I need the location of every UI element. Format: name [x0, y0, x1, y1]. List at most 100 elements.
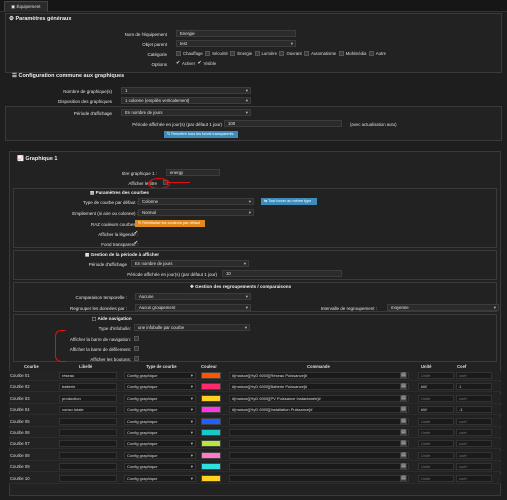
coef-input[interactable]: 1	[456, 383, 492, 391]
transparent-bg-checkbox[interactable]: ✔	[134, 241, 140, 247]
curve-type-select[interactable]: Config graphique	[124, 394, 196, 402]
coef-input[interactable]: coef	[456, 394, 492, 402]
select-command-icon[interactable]: ▤	[400, 383, 407, 391]
force-type-button[interactable]: ⇆ Tout forcer au même type	[261, 198, 317, 205]
select-command-icon[interactable]: ▤	[400, 474, 407, 482]
compare-select[interactable]: Aucune	[135, 293, 251, 300]
unit-input[interactable]: Unité	[418, 429, 454, 436]
coef-input[interactable]: coef	[456, 429, 492, 436]
graph-title-input[interactable]: energy	[166, 169, 220, 176]
color-swatch[interactable]	[201, 429, 221, 436]
unit-input[interactable]: Unité	[418, 451, 454, 459]
select-command-icon[interactable]: ▤	[400, 451, 407, 459]
legend-checkbox[interactable]: ✔	[134, 231, 140, 237]
select-command-icon[interactable]: ▤	[400, 406, 407, 414]
category-chauffage[interactable]: Chauffage	[176, 51, 203, 57]
reset-backgrounds-button[interactable]: ↻ Remettre tous les fonds transparents	[164, 131, 238, 138]
curve-label-input[interactable]	[59, 440, 117, 448]
coef-input[interactable]: -1	[456, 406, 492, 414]
common-period-select[interactable]: En nombre de jours	[121, 109, 251, 116]
unit-input[interactable]: Unité	[418, 474, 454, 482]
option-active[interactable]: ✔ Activer	[176, 61, 195, 66]
graph-days-input[interactable]: 10	[222, 270, 342, 277]
nb-graph-select[interactable]: 1	[121, 87, 251, 94]
unit-input[interactable]: kW	[418, 406, 454, 414]
unit-input[interactable]: Unité	[418, 440, 454, 448]
color-swatch[interactable]	[201, 474, 221, 482]
command-input[interactable]	[229, 417, 409, 425]
command-input[interactable]	[229, 451, 409, 459]
tooltip-select[interactable]: une infobulle par courbe	[134, 324, 250, 331]
curve-label-input[interactable]	[59, 417, 117, 425]
unit-input[interactable]: Unité	[418, 372, 454, 379]
curve-label-input[interactable]	[59, 474, 117, 482]
curve-type-select[interactable]: Config graphique	[124, 474, 196, 482]
coef-input[interactable]: coef	[456, 463, 492, 471]
curve-type-select[interactable]: Config graphique	[124, 463, 196, 471]
scroll-bar-checkbox[interactable]	[134, 346, 141, 352]
curve-type-select[interactable]: Config graphique	[124, 372, 196, 379]
common-days-input[interactable]: 100	[224, 120, 342, 127]
unit-input[interactable]: kW	[418, 383, 454, 391]
group-by-select[interactable]: Aucun groupement	[135, 304, 251, 311]
command-input[interactable]: #[maison][HyD 6000][Batterie Puissance]#	[229, 383, 409, 391]
select-command-icon[interactable]: ▤	[400, 394, 407, 402]
interval-select[interactable]: moyenne	[387, 304, 499, 311]
command-input[interactable]	[229, 474, 409, 482]
command-input[interactable]	[229, 440, 409, 448]
curve-type-select[interactable]: Config graphique	[124, 406, 196, 414]
coef-input[interactable]: coef	[456, 474, 492, 482]
curve-type-select[interactable]: Config graphique	[124, 451, 196, 459]
coef-input[interactable]: coef	[456, 451, 492, 459]
unit-input[interactable]: Unité	[418, 463, 454, 471]
curve-label-input[interactable]: réseau	[59, 372, 117, 379]
disposition-select[interactable]: 1 colonne (empilés verticalement)	[121, 97, 251, 104]
coef-input[interactable]: coef	[456, 440, 492, 448]
color-swatch[interactable]	[201, 394, 221, 402]
color-swatch[interactable]	[201, 372, 221, 379]
select-command-icon[interactable]: ▤	[400, 372, 407, 379]
reset-colors-button[interactable]: ↻ Réinitialise les couleurs par défaut	[135, 220, 205, 227]
option-visible[interactable]: ✔ Visible	[198, 61, 217, 66]
command-input[interactable]	[229, 429, 409, 436]
parent-select[interactable]: test	[176, 40, 296, 47]
category-lumiere[interactable]: Lumière	[254, 51, 277, 57]
select-command-icon[interactable]: ▤	[400, 429, 407, 436]
select-command-icon[interactable]: ▤	[400, 440, 407, 448]
tab-equipement[interactable]: ▣ Équipement	[4, 1, 48, 12]
select-command-icon[interactable]: ▤	[400, 417, 407, 425]
unit-input[interactable]: Unité	[418, 394, 454, 402]
command-input[interactable]: #[maison][HyD 6000][Réseau Puissance]#	[229, 372, 409, 379]
category-multimedia[interactable]: Multimédia	[338, 51, 366, 57]
stack-select[interactable]: Normal	[138, 209, 254, 216]
curve-type-select[interactable]: Config graphique	[124, 417, 196, 425]
color-swatch[interactable]	[201, 463, 221, 471]
nav-bar-checkbox[interactable]	[134, 336, 141, 342]
category-securite[interactable]: Sécurité	[205, 51, 228, 57]
color-swatch[interactable]	[201, 406, 221, 414]
graph-period-select[interactable]: En nombre de jours	[131, 260, 249, 267]
curve-label-input[interactable]: conso totale	[59, 406, 117, 414]
curve-type-select[interactable]: Config graphique	[124, 429, 196, 436]
category-energie[interactable]: Energie	[230, 51, 252, 57]
category-automatisme[interactable]: Automatisme	[304, 51, 336, 57]
curve-type-select[interactable]: Config graphique	[124, 383, 196, 391]
coef-input[interactable]: coef	[456, 372, 492, 379]
curve-label-input[interactable]	[59, 463, 117, 471]
command-input[interactable]: #[maison][HyD 6000][Installation Puissan…	[229, 406, 409, 414]
curve-label-input[interactable]: production	[59, 394, 117, 402]
curve-label-input[interactable]	[59, 451, 117, 459]
command-input[interactable]	[229, 463, 409, 471]
color-swatch[interactable]	[201, 417, 221, 425]
curve-label-input[interactable]	[59, 429, 117, 436]
curve-type-select[interactable]: Config graphique	[124, 440, 196, 448]
color-swatch[interactable]	[201, 440, 221, 448]
coef-input[interactable]: coef	[456, 417, 492, 425]
select-command-icon[interactable]: ▤	[400, 463, 407, 471]
command-input[interactable]: #[maison][HyD 6000][PV Puissance Instant…	[229, 394, 409, 402]
curve-type-select[interactable]: Colonne	[138, 198, 254, 205]
color-swatch[interactable]	[201, 451, 221, 459]
eq-name-input[interactable]: Energie	[176, 30, 296, 37]
category-autre[interactable]: Autre	[368, 51, 386, 57]
unit-input[interactable]: Unité	[418, 417, 454, 425]
